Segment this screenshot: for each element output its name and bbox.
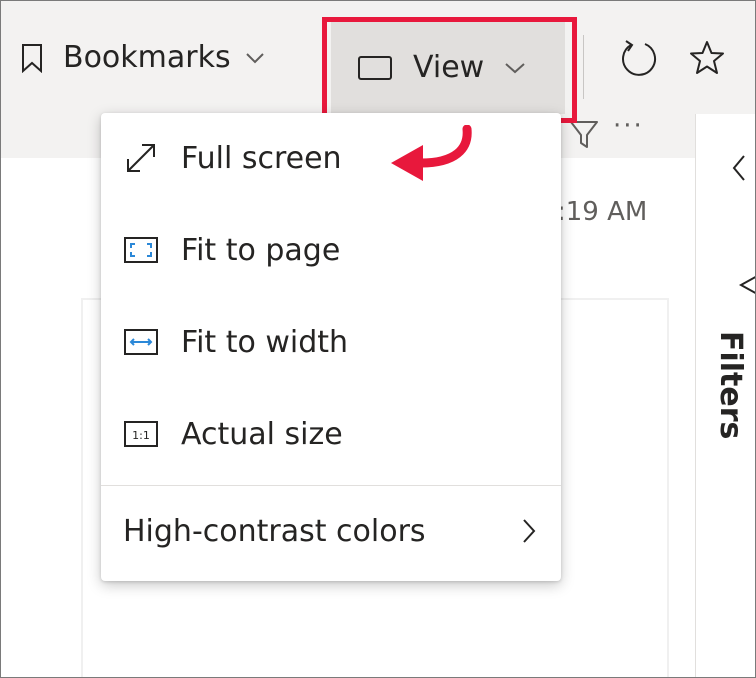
- menu-item-label: Actual size: [181, 416, 343, 452]
- bookmarks-label: Bookmarks: [63, 40, 231, 75]
- menu-item-high-contrast-colors[interactable]: High-contrast colors: [101, 486, 561, 576]
- filter-pane-icon: [738, 276, 755, 294]
- refresh-icon: [622, 39, 657, 76]
- view-button[interactable]: View: [331, 19, 565, 116]
- top-toolbar: Bookmarks View: [1, 1, 755, 116]
- menu-item-full-screen[interactable]: Full screen: [101, 113, 561, 203]
- last-refresh-time: :19 AM: [557, 197, 648, 227]
- actual-size-icon: 1:1: [121, 414, 161, 454]
- svg-text:1:1: 1:1: [132, 429, 150, 442]
- bookmarks-button[interactable]: Bookmarks: [21, 1, 265, 114]
- menu-item-actual-size[interactable]: 1:1 Actual size: [101, 389, 561, 479]
- bookmark-icon: [22, 43, 42, 73]
- menu-item-fit-to-page[interactable]: Fit to page: [101, 205, 561, 295]
- menu-item-label: Fit to width: [181, 324, 349, 360]
- menu-item-fit-to-width[interactable]: Fit to width: [101, 297, 561, 387]
- menu-item-label: Full screen: [181, 140, 342, 176]
- menu-item-label: High-contrast colors: [123, 513, 426, 549]
- annotation-arrow-icon: [391, 125, 472, 181]
- view-label: View: [413, 50, 485, 85]
- refresh-button[interactable]: [619, 1, 659, 114]
- filter-icon[interactable]: [569, 119, 599, 151]
- fit-to-page-icon: [121, 230, 161, 270]
- full-screen-icon: [121, 138, 161, 178]
- view-dropdown-menu: Full screen Fit to page Fit to width 1:1…: [101, 113, 561, 581]
- chevron-left-icon[interactable]: [731, 153, 747, 183]
- star-icon: [690, 40, 724, 74]
- chevron-right-icon: [523, 519, 536, 543]
- more-options-icon[interactable]: ···: [613, 111, 644, 141]
- toolbar-divider: [583, 35, 584, 99]
- chevron-down-icon: [245, 52, 264, 63]
- filters-pane-label[interactable]: Filters: [713, 331, 748, 439]
- fit-to-width-icon: [121, 322, 161, 362]
- view-icon: [358, 55, 392, 80]
- chevron-down-icon: [505, 62, 525, 73]
- favorite-button[interactable]: [687, 1, 727, 114]
- menu-item-label: Fit to page: [181, 232, 341, 268]
- app-window: Bookmarks View ···:19 AM Filters Full s…: [0, 0, 756, 678]
